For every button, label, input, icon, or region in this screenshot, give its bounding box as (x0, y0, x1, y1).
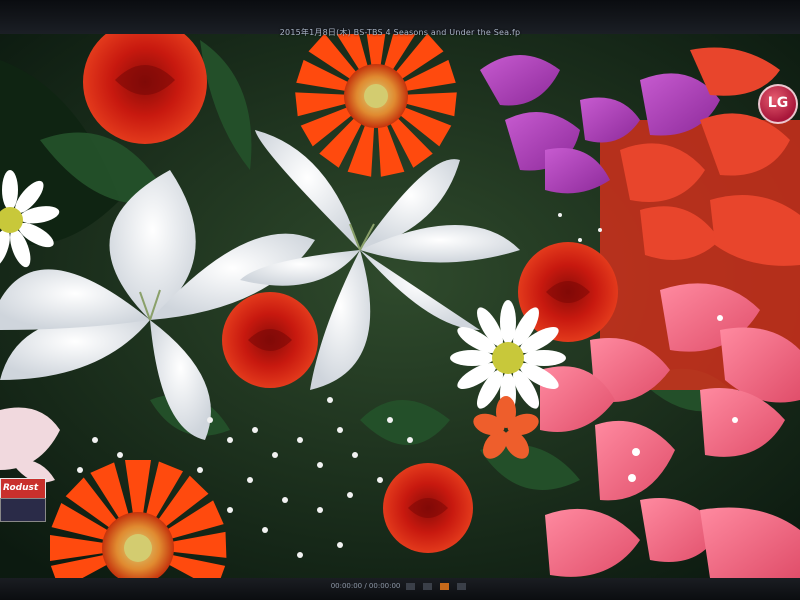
player-status: 00:00:00 / 00:00:00 (330, 582, 401, 590)
rewind-icon[interactable] (405, 582, 415, 590)
pause-icon[interactable] (440, 582, 450, 590)
corner-tag: Rodust (0, 478, 46, 500)
logo-text: LG (767, 95, 789, 111)
flower-scene (0, 34, 800, 578)
tv-photo: 2015年1月8日(木) BS-TBS 4 Seasons and Under … (0, 0, 800, 600)
forward-icon[interactable] (457, 582, 467, 590)
play-icon[interactable] (422, 582, 432, 590)
corner-tag-lower (0, 498, 46, 522)
broadcast-title: 2015年1月8日(木) BS-TBS 4 Seasons and Under … (279, 28, 521, 37)
player-controls: 00:00:00 / 00:00:00 (0, 582, 800, 590)
lg-logo-icon: LG (758, 84, 798, 124)
corner-tag-text: Rodust (3, 483, 39, 493)
